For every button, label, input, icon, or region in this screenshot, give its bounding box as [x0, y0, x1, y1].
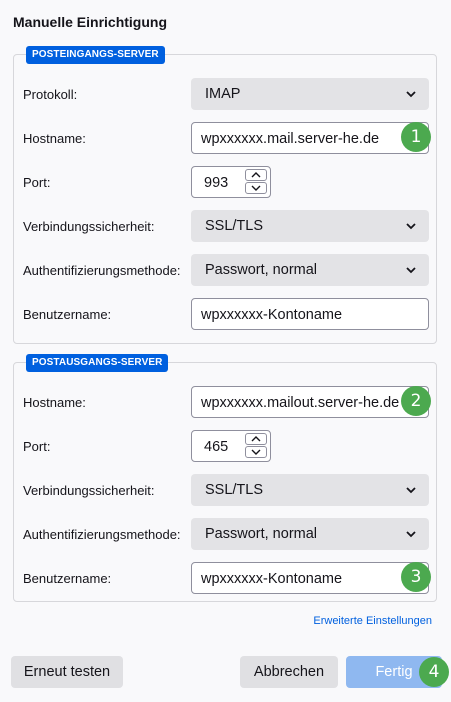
outgoing-port-row: Port: 465: [14, 430, 436, 462]
chevron-down-icon: [251, 185, 261, 191]
incoming-username-row: Benutzername: wpxxxxxx-Kontoname: [14, 298, 436, 330]
outgoing-username-label: Benutzername:: [23, 571, 112, 586]
advanced-settings-link[interactable]: Erweiterte Einstellungen: [313, 615, 432, 627]
incoming-hostname-row: Hostname: wpxxxxxx.mail.server-he.de: [14, 122, 436, 154]
chevron-down-icon: [406, 91, 416, 98]
outgoing-auth-label: Authentifizierungsmethode:: [23, 527, 181, 542]
outgoing-server-legend: POSTAUSGANGS-SERVER: [26, 354, 169, 372]
outgoing-server-section: POSTAUSGANGS-SERVER Hostname: wpxxxxxx.m…: [13, 354, 437, 602]
incoming-security-row: Verbindungssicherheit: SSL/TLS: [14, 210, 436, 242]
cancel-button[interactable]: Abbrechen: [240, 656, 338, 688]
incoming-auth-select[interactable]: Passwort, normal: [191, 254, 429, 286]
incoming-hostname-input[interactable]: wpxxxxxx.mail.server-he.de: [191, 122, 429, 154]
incoming-port-decrement[interactable]: [245, 182, 267, 194]
outgoing-security-select[interactable]: SSL/TLS: [191, 474, 429, 506]
outgoing-username-row: Benutzername: wpxxxxxx-Kontoname: [14, 562, 436, 594]
incoming-port-row: Port: 993: [14, 166, 436, 198]
outgoing-auth-row: Authentifizierungsmethode: Passwort, nor…: [14, 518, 436, 550]
incoming-port-input[interactable]: 993: [191, 166, 271, 198]
protocol-value: IMAP: [205, 86, 241, 102]
outgoing-auth-value: Passwort, normal: [205, 526, 318, 542]
outgoing-hostname-input[interactable]: wpxxxxxx.mailout.server-he.de: [191, 386, 429, 418]
outgoing-username-value: wpxxxxxx-Kontoname: [201, 571, 343, 587]
chevron-up-icon: [251, 436, 261, 442]
protocol-label: Protokoll:: [23, 87, 78, 102]
incoming-username-label: Benutzername:: [23, 307, 112, 322]
chevron-down-icon: [406, 223, 416, 230]
outgoing-port-decrement[interactable]: [245, 446, 267, 458]
chevron-down-icon: [406, 487, 416, 494]
incoming-username-value: wpxxxxxx-Kontoname: [201, 307, 343, 323]
incoming-server-legend: POSTEINGANGS-SERVER: [26, 46, 165, 64]
retest-button[interactable]: Erneut testen: [11, 656, 123, 688]
protocol-select[interactable]: IMAP: [191, 78, 429, 110]
incoming-hostname-value: wpxxxxxx.mail.server-he.de: [201, 131, 380, 147]
page-title: Manuelle Einrichtigung: [13, 14, 168, 30]
incoming-auth-label: Authentifizierungsmethode:: [23, 263, 181, 278]
chevron-down-icon: [251, 449, 261, 455]
outgoing-security-row: Verbindungssicherheit: SSL/TLS: [14, 474, 436, 506]
incoming-port-label: Port:: [23, 175, 51, 190]
outgoing-security-value: SSL/TLS: [205, 482, 264, 498]
incoming-hostname-label: Hostname:: [23, 131, 86, 146]
outgoing-auth-select[interactable]: Passwort, normal: [191, 518, 429, 550]
outgoing-hostname-row: Hostname: wpxxxxxx.mailout.server-he.de: [14, 386, 436, 418]
incoming-username-input[interactable]: wpxxxxxx-Kontoname: [191, 298, 429, 330]
outgoing-hostname-label: Hostname:: [23, 395, 86, 410]
chevron-down-icon: [406, 267, 416, 274]
chevron-up-icon: [251, 172, 261, 178]
outgoing-port-input[interactable]: 465: [191, 430, 271, 462]
incoming-security-select[interactable]: SSL/TLS: [191, 210, 429, 242]
step-badge-2: 2: [401, 386, 431, 416]
incoming-security-value: SSL/TLS: [205, 218, 264, 234]
incoming-security-label: Verbindungssicherheit:: [23, 219, 155, 234]
incoming-auth-row: Authentifizierungsmethode: Passwort, nor…: [14, 254, 436, 286]
step-badge-1: 1: [401, 122, 431, 152]
chevron-down-icon: [406, 531, 416, 538]
outgoing-port-label: Port:: [23, 439, 51, 454]
outgoing-hostname-value: wpxxxxxx.mailout.server-he.de: [201, 395, 400, 411]
incoming-auth-value: Passwort, normal: [205, 262, 318, 278]
step-badge-3: 3: [401, 562, 431, 592]
step-badge-4: 4: [419, 657, 449, 687]
outgoing-security-label: Verbindungssicherheit:: [23, 483, 155, 498]
incoming-port-increment[interactable]: [245, 169, 267, 181]
incoming-server-section: POSTEINGANGS-SERVER Protokoll: IMAP Host…: [13, 46, 437, 344]
protocol-row: Protokoll: IMAP: [14, 78, 436, 110]
incoming-port-value: 993: [204, 175, 229, 191]
outgoing-port-increment[interactable]: [245, 433, 267, 445]
outgoing-username-input[interactable]: wpxxxxxx-Kontoname: [191, 562, 429, 594]
outgoing-port-value: 465: [204, 439, 229, 455]
